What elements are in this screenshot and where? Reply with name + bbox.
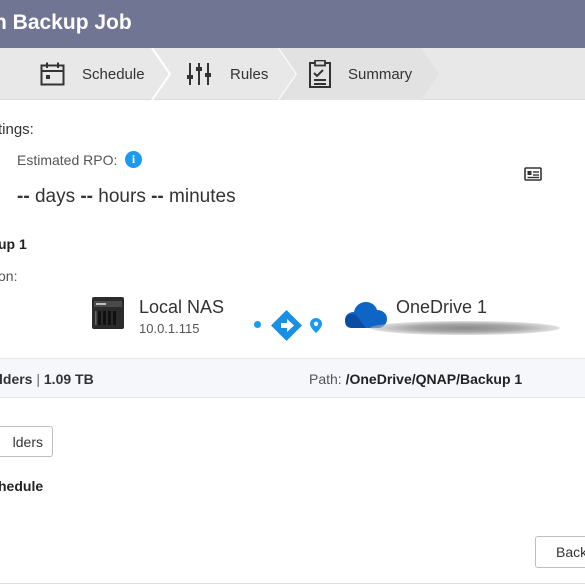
folders-count-text: lders	[0, 371, 33, 387]
location-pin-icon	[310, 318, 322, 338]
sync-direction-icon	[270, 309, 303, 347]
settings-heading: tings:	[0, 121, 34, 138]
connector-dot	[254, 321, 261, 328]
path-value: /OneDrive/QNAP/Backup 1	[345, 371, 523, 387]
back-button[interactable]: Back	[535, 536, 585, 568]
info-icon[interactable]: i	[125, 151, 142, 168]
tab-schedule-label: Schedule	[82, 65, 145, 83]
rpo-days-unit: days	[34, 186, 76, 207]
source-name: Local NAS	[139, 297, 225, 317]
rpo-hours-unit: hours	[98, 186, 146, 207]
rpo-value: -- days -- hours -- minutes	[17, 186, 236, 208]
rpo-minutes-unit: minutes	[169, 186, 236, 207]
checklist-icon	[309, 60, 331, 88]
summary-bar: lders | 1.09 TB Path: /OneDrive/QNAP/Bac…	[0, 358, 585, 398]
tab-rules-label: Rules	[230, 65, 269, 83]
rpo-hours-value: --	[80, 186, 94, 207]
tab-summary[interactable]: Summary	[309, 48, 412, 100]
title-bar: n Backup Job	[0, 0, 585, 48]
schedule-heading: hedule	[0, 478, 44, 494]
rpo-label: Estimated RPO:	[17, 152, 118, 168]
folders-button[interactable]: lders	[0, 426, 53, 457]
sliders-icon	[187, 62, 211, 86]
id-card-icon[interactable]	[524, 167, 542, 186]
job-name: up 1	[0, 236, 27, 252]
redacted-account	[370, 321, 560, 335]
footer-divider	[0, 583, 585, 584]
calendar-icon	[40, 62, 65, 86]
folder-summary: lders | 1.09 TB	[0, 371, 94, 387]
step-separator	[151, 48, 172, 100]
path-info: Path: /OneDrive/QNAP/Backup 1	[309, 371, 522, 387]
window-title: n Backup Job	[0, 11, 132, 34]
rpo-minutes-value: --	[151, 186, 164, 207]
summary-separator: |	[36, 371, 40, 387]
nas-device-icon	[92, 297, 124, 334]
tab-schedule[interactable]: Schedule	[40, 48, 145, 100]
tab-rules[interactable]: Rules	[187, 48, 268, 100]
tab-summary-label: Summary	[348, 65, 413, 83]
destination-name: OneDrive 1	[396, 297, 488, 317]
direction-label: on:	[0, 268, 18, 284]
source-ip: 10.0.1.115	[139, 321, 200, 336]
wizard-steps: Schedule Rules Summary	[0, 48, 585, 100]
path-label: Path:	[309, 371, 342, 387]
total-size: 1.09 TB	[43, 371, 94, 387]
rpo-days-value: --	[17, 186, 30, 207]
